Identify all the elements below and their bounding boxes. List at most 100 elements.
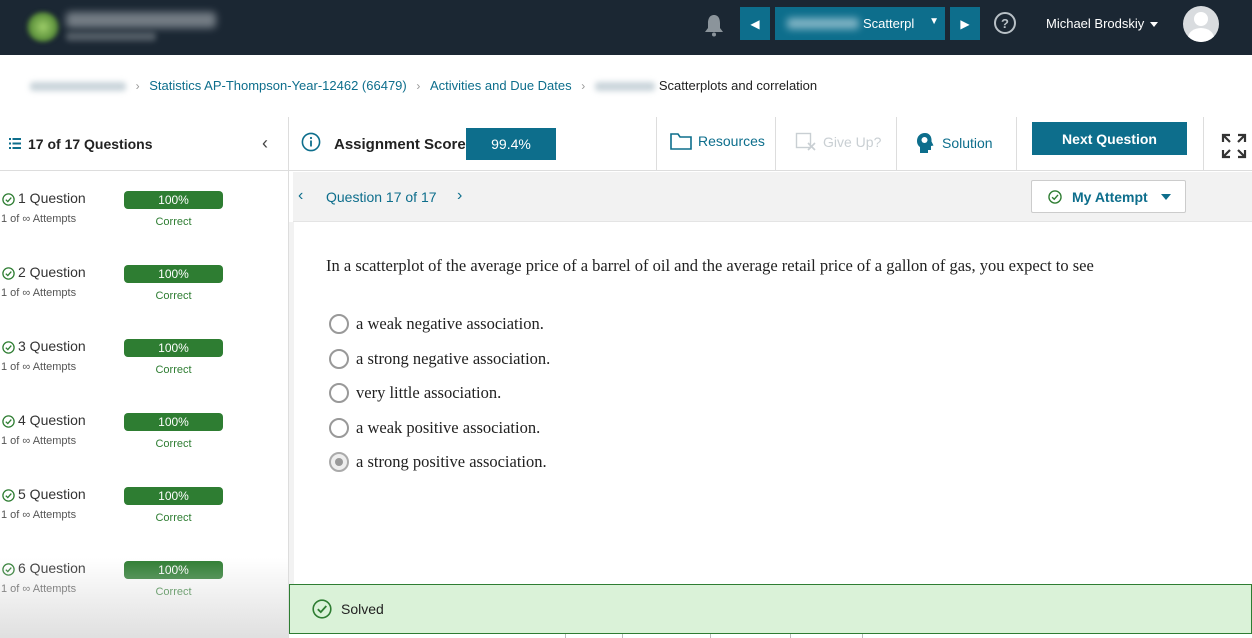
check-circle-icon <box>1048 189 1062 204</box>
check-circle-icon <box>2 267 15 280</box>
triangle-left-icon: ◀ <box>750 16 760 31</box>
breadcrumb: › Statistics AP-Thompson-Year-12462 (664… <box>30 78 817 93</box>
divider <box>1203 117 1204 171</box>
top-bar: ◀ Scatterpl ▼ ▶ ? Michael Brodskiy <box>0 0 1252 55</box>
content-gutter <box>289 222 294 584</box>
breadcrumb-activities-link[interactable]: Activities and Due Dates <box>430 78 572 93</box>
radio-button[interactable] <box>329 314 349 334</box>
next-question-button[interactable]: Next Question <box>1032 122 1187 155</box>
assignment-toolbar: Assignment Score: 99.4% Resources Give U… <box>289 117 1252 171</box>
check-circle-icon <box>2 489 15 502</box>
question-navigation: ‹ Question 17 of 17 › My Attempt <box>293 172 1252 222</box>
choice-label: a weak negative association. <box>356 314 544 333</box>
breadcrumb-section-link[interactable] <box>594 82 655 92</box>
question-list-item[interactable]: 5 Question 1 of ∞ Attempts 100% Correct <box>0 467 289 541</box>
chevron-left-icon[interactable]: ‹ <box>262 133 268 154</box>
caret-down-icon <box>1150 22 1159 28</box>
answer-choice[interactable]: a weak positive association. <box>329 418 540 438</box>
check-circle-icon <box>2 563 15 576</box>
give-up-button[interactable]: Give Up? <box>795 132 881 152</box>
question-label: 6 Question <box>18 560 86 576</box>
previous-assignment-button[interactable]: ◀ <box>740 7 770 40</box>
score-progress-bar: 100% <box>124 561 223 579</box>
solution-label: Solution <box>942 135 993 151</box>
question-list-item[interactable]: 3 Question 1 of ∞ Attempts 100% Correct <box>0 319 289 393</box>
status-text: Correct <box>155 512 192 524</box>
attempts-text: 1 of ∞ Attempts <box>1 509 77 521</box>
logo-mark-icon <box>26 12 60 42</box>
breadcrumb-home-link[interactable] <box>30 82 126 92</box>
question-list-item[interactable]: 2 Question 1 of ∞ Attempts 100% Correct <box>0 245 289 319</box>
status-text: Correct <box>155 438 192 450</box>
question-list-item[interactable]: 1 Question 1 of ∞ Attempts 100% Correct <box>0 171 289 245</box>
answer-choice[interactable]: very little association. <box>329 383 501 403</box>
chevron-left-icon[interactable]: ‹ <box>298 187 303 205</box>
divider <box>1016 117 1017 171</box>
list-icon <box>9 138 21 149</box>
my-attempt-label: My Attempt <box>1072 188 1148 205</box>
info-icon[interactable] <box>301 132 321 152</box>
breadcrumb-course-link[interactable]: Statistics AP-Thompson-Year-12462 (66479… <box>149 78 407 93</box>
question-list-item[interactable]: 6 Question 1 of ∞ Attempts 100% Correct <box>0 541 289 615</box>
divider <box>656 117 657 171</box>
radio-button[interactable] <box>329 383 349 403</box>
logo-wordmark <box>66 12 216 28</box>
chevron-right-icon: › <box>135 79 140 93</box>
help-icon[interactable]: ? <box>994 12 1016 34</box>
fullscreen-icon[interactable] <box>1221 133 1247 159</box>
assignment-select-blurred-prefix <box>787 18 859 29</box>
question-label: 3 Question <box>18 338 86 354</box>
question-label: 4 Question <box>18 412 86 428</box>
breadcrumb-current: Scatterplots and correlation <box>658 78 818 93</box>
my-attempt-dropdown[interactable]: My Attempt <box>1031 180 1186 213</box>
brand-logo[interactable] <box>26 8 216 44</box>
question-list-item[interactable]: 4 Question 1 of ∞ Attempts 100% Correct <box>0 393 289 467</box>
chevron-right-icon[interactable]: › <box>457 187 462 205</box>
notification-bell-icon[interactable] <box>703 13 725 37</box>
divider <box>896 117 897 171</box>
lightbulb-head-icon <box>917 133 934 153</box>
give-up-label: Give Up? <box>823 134 882 150</box>
check-circle-icon <box>2 341 15 354</box>
resources-button[interactable]: Resources <box>670 132 765 150</box>
attempts-text: 1 of ∞ Attempts <box>1 213 77 225</box>
score-value: 99.4% <box>466 128 556 160</box>
avatar[interactable] <box>1183 6 1219 42</box>
question-number: Question 17 of 17 <box>326 189 437 205</box>
status-text: Correct <box>155 290 192 302</box>
radio-button[interactable] <box>329 349 349 369</box>
score-progress-bar: 100% <box>124 191 223 209</box>
choice-label: a weak positive association. <box>356 418 541 437</box>
question-label: 2 Question <box>18 264 86 280</box>
answer-choice[interactable]: a weak negative association. <box>329 314 544 334</box>
question-label: 1 Question <box>18 190 86 206</box>
choice-label: a strong negative association. <box>356 349 551 368</box>
check-circle-icon <box>312 599 332 619</box>
choice-label: very little association. <box>356 383 502 402</box>
score-progress-bar: 100% <box>124 487 223 505</box>
radio-button[interactable] <box>329 418 349 438</box>
divider <box>775 117 776 171</box>
check-circle-icon <box>2 415 15 428</box>
user-name: Michael Brodskiy <box>1046 16 1145 31</box>
next-assignment-button[interactable]: ▶ <box>950 7 980 40</box>
radio-button-selected[interactable] <box>329 452 349 472</box>
answer-choice[interactable]: a strong positive association. <box>329 452 547 472</box>
solved-text: Solved <box>341 601 384 617</box>
sidebar-header: 17 of 17 Questions ‹ <box>0 117 288 171</box>
answer-choice[interactable]: a strong negative association. <box>329 349 550 369</box>
status-text: Correct <box>155 216 192 228</box>
assignment-select-value: Scatterpl <box>863 16 915 31</box>
score-progress-bar: 100% <box>124 413 223 431</box>
assignment-select[interactable]: Scatterpl ▼ <box>775 7 945 40</box>
choice-label: a strong positive association. <box>356 452 547 471</box>
give-up-icon <box>795 132 816 151</box>
status-text: Correct <box>155 364 192 376</box>
triangle-right-icon: ▶ <box>960 16 970 31</box>
solved-banner: Solved <box>289 584 1252 634</box>
bottom-dividers <box>565 634 865 638</box>
attempts-text: 1 of ∞ Attempts <box>1 287 77 299</box>
user-menu[interactable]: Michael Brodskiy <box>1046 16 1159 31</box>
score-label: Assignment Score: <box>334 136 471 153</box>
solution-button[interactable]: Solution <box>916 132 993 154</box>
